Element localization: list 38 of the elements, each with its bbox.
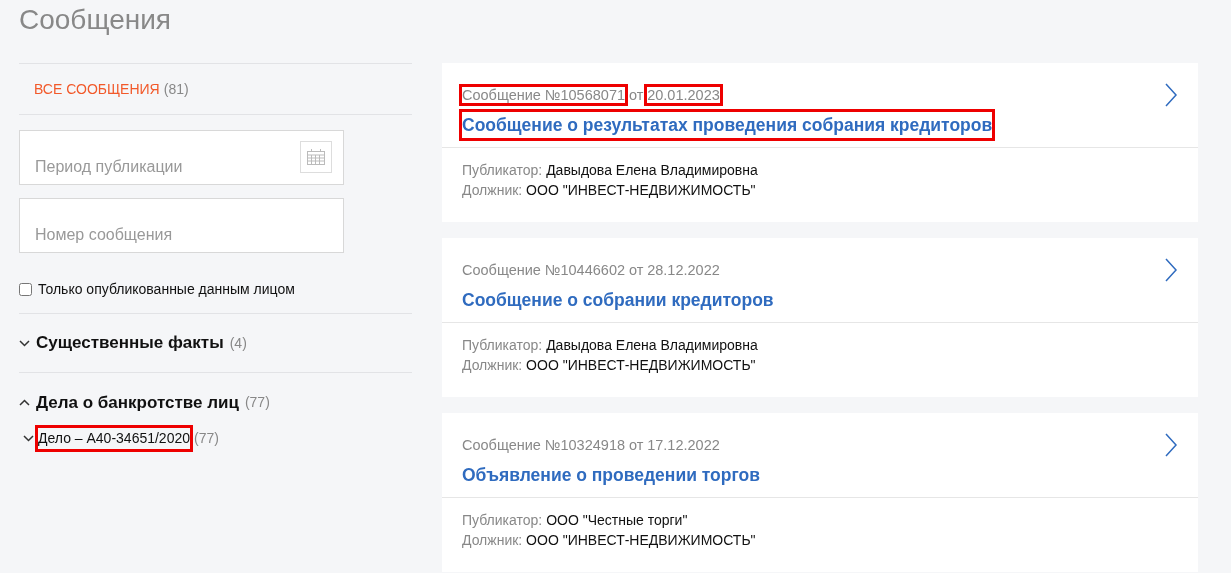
page-title: Сообщения [19, 3, 172, 37]
debtor-line: Должник: ООО "ИНВЕСТ-НЕДВИЖИМОСТЬ" [462, 181, 757, 200]
count-text: (77) [244, 393, 270, 412]
message-title-link[interactable]: Сообщение о собрании кредиторов [462, 286, 774, 313]
from-text: от [628, 87, 644, 103]
checkbox-label: Только опубликованные данным лицом [38, 279, 295, 299]
all-messages-link[interactable]: ВСЕ СООБЩЕНИЯ [34, 78, 160, 100]
from-text: от [628, 262, 644, 278]
publisher-line: Публикатор: Давыдова Елена Владимировна [462, 161, 759, 180]
publisher-line: Публикатор: Давыдова Елена Владимировна [462, 336, 759, 355]
chevron-right-icon[interactable] [1164, 83, 1178, 107]
chevron-right-icon[interactable] [1164, 258, 1178, 282]
group-title[interactable]: Существенные факты [36, 330, 224, 356]
chevron-icon[interactable] [19, 339, 30, 347]
message-title-link[interactable]: Объявление о проведении торгов [462, 461, 760, 488]
count-text: (4) [229, 333, 247, 353]
count-text: (81) [163, 79, 189, 99]
chevron-icon[interactable] [19, 399, 30, 406]
message-date: 28.12.2022 [647, 262, 720, 278]
publisher-line: Публикатор: ООО "Честные торги" [462, 511, 689, 530]
message-title-link[interactable]: Сообщение о результатах проведения собрания кредиторов [462, 111, 993, 138]
message-number: Сообщение №10568071 [462, 87, 625, 103]
message-date: 17.12.2022 [647, 437, 720, 453]
debtor-line: Должник: ООО "ИНВЕСТ-НЕДВИЖИМОСТЬ" [462, 531, 757, 550]
message-date: 20.01.2023 [647, 87, 720, 103]
message-number: Сообщение №10324918 [462, 437, 625, 453]
chevron-right-icon[interactable] [1164, 433, 1178, 457]
debtor-line: Должник: ООО "ИНВЕСТ-НЕДВИЖИМОСТЬ" [462, 356, 757, 375]
group-title[interactable]: Дела о банкротстве лиц [36, 389, 239, 416]
message-number-field[interactable]: Номер сообщения [19, 198, 344, 253]
from-text: от [628, 437, 644, 453]
chevron-icon[interactable] [23, 435, 34, 442]
calendar-icon [306, 148, 326, 166]
count-text: (77) [194, 429, 219, 448]
checkbox[interactable] [19, 282, 32, 296]
period-field[interactable]: Период публикации [19, 130, 344, 185]
case-link[interactable]: Дело – А40-34651/2020 [38, 428, 191, 449]
message-number: Сообщение №10446602 [462, 262, 625, 278]
